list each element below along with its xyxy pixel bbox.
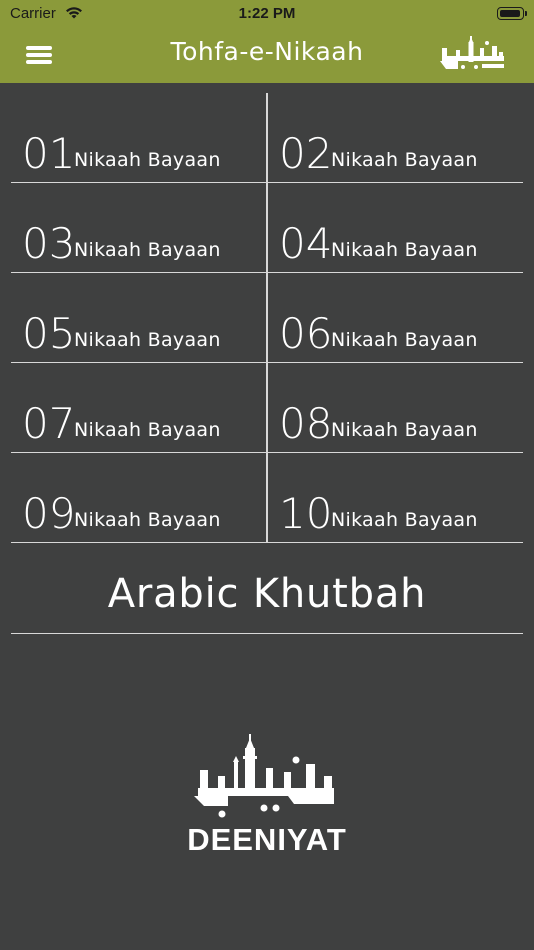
bayaan-label: Nikaah Bayaan	[331, 419, 478, 441]
bayaan-label: Nikaah Bayaan	[74, 329, 221, 351]
bayaan-number: 08	[279, 399, 333, 448]
status-bar: Carrier 1:22 PM	[0, 0, 534, 28]
bayaan-item-06[interactable]: 06 Nikaah Bayaan	[268, 273, 523, 363]
bayaan-item-10[interactable]: 10 Nikaah Bayaan	[268, 453, 523, 543]
bayaan-label: Nikaah Bayaan	[331, 329, 478, 351]
bayaan-item-02[interactable]: 02 Nikaah Bayaan	[268, 93, 523, 183]
bayaan-item-09[interactable]: 09 Nikaah Bayaan	[11, 453, 266, 543]
bayaan-label: Nikaah Bayaan	[74, 509, 221, 531]
arabic-khutbah-item[interactable]: Arabic Khutbah	[11, 544, 523, 634]
bayaan-number: 06	[279, 309, 333, 358]
deeniyat-brand-logo: DEENIYAT	[187, 734, 347, 856]
grid-row: 05 Nikaah Bayaan 06 Nikaah Bayaan	[11, 273, 523, 363]
bayaan-item-07[interactable]: 07 Nikaah Bayaan	[11, 363, 266, 453]
grid-row: 09 Nikaah Bayaan 10 Nikaah Bayaan	[11, 453, 523, 543]
bayaan-item-03[interactable]: 03 Nikaah Bayaan	[11, 183, 266, 273]
nav-bar: Tohfa-e-Nikaah	[0, 28, 534, 83]
bayaan-grid: 01 Nikaah Bayaan 02 Nikaah Bayaan 03 Nik…	[11, 93, 523, 543]
bayaan-label: Nikaah Bayaan	[74, 239, 221, 261]
bayaan-number: 03	[22, 219, 76, 268]
brand-name: DEENIYAT	[187, 822, 347, 856]
grid-row: 07 Nikaah Bayaan 08 Nikaah Bayaan	[11, 363, 523, 453]
bayaan-number: 02	[279, 129, 333, 178]
bayaan-item-01[interactable]: 01 Nikaah Bayaan	[11, 93, 266, 183]
bayaan-number: 09	[22, 489, 76, 538]
status-time: 1:22 PM	[238, 5, 296, 22]
arabic-khutbah-label: Arabic Khutbah	[107, 571, 427, 617]
deeniyat-logo-icon	[440, 36, 504, 69]
bayaan-number: 04	[279, 219, 333, 268]
bayaan-label: Nikaah Bayaan	[74, 419, 221, 441]
battery-icon	[497, 7, 527, 20]
bayaan-number: 01	[22, 129, 76, 178]
bayaan-label: Nikaah Bayaan	[331, 509, 478, 531]
bayaan-item-05[interactable]: 05 Nikaah Bayaan	[11, 273, 266, 363]
grid-row: 03 Nikaah Bayaan 04 Nikaah Bayaan	[11, 183, 523, 273]
bayaan-item-04[interactable]: 04 Nikaah Bayaan	[268, 183, 523, 273]
grid-row: 01 Nikaah Bayaan 02 Nikaah Bayaan	[11, 93, 523, 183]
bayaan-item-08[interactable]: 08 Nikaah Bayaan	[268, 363, 523, 453]
bayaan-number: 05	[22, 309, 76, 358]
bayaan-number: 07	[22, 399, 76, 448]
bayaan-label: Nikaah Bayaan	[331, 149, 478, 171]
bayaan-number: 10	[279, 489, 333, 538]
bayaan-label: Nikaah Bayaan	[74, 149, 221, 171]
bayaan-label: Nikaah Bayaan	[331, 239, 478, 261]
